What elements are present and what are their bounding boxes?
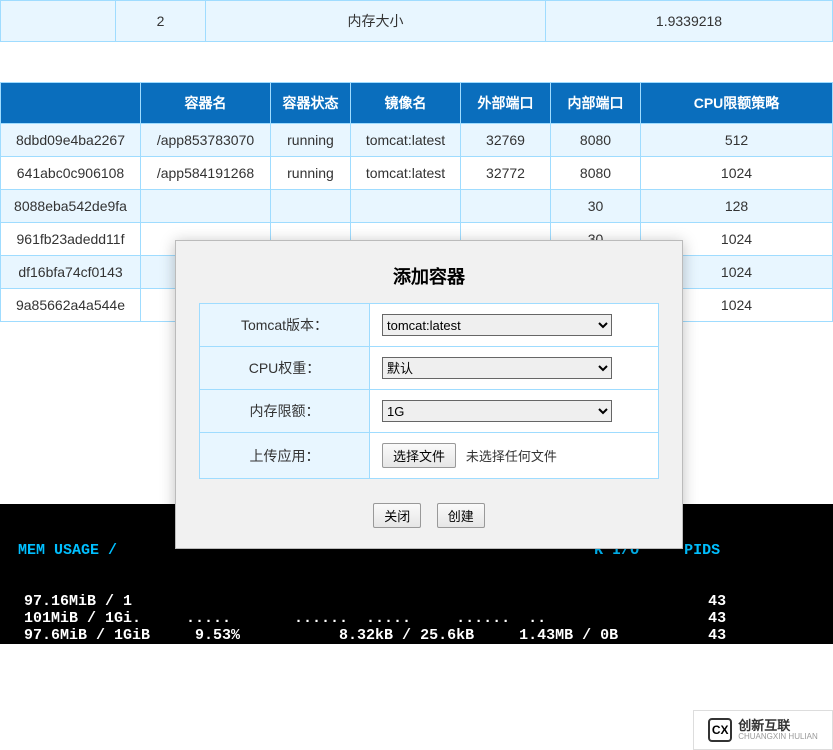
label-tomcat: Tomcat版本： <box>200 304 370 347</box>
cell-ext_port: 32769 <box>461 124 551 157</box>
cell-status <box>271 190 351 223</box>
cell-ext_port <box>461 190 551 223</box>
cell-image <box>351 190 461 223</box>
cell-id: 641abc0c906108 <box>1 157 141 190</box>
cell-id: 9a85662a4a544e <box>1 289 141 322</box>
terminal-line: 97.6MiB / 1GiB 9.53% 8.32kB / 25.6kB 1.4… <box>0 627 833 644</box>
cell-name <box>141 190 271 223</box>
cell-name: /app584191268 <box>141 157 271 190</box>
col-id <box>1 83 141 124</box>
label-cpu: CPU权重： <box>200 347 370 390</box>
cpu-weight-select[interactable]: 默认 <box>382 357 612 379</box>
mem-label-cell: 内存大小 <box>206 1 546 42</box>
table-row[interactable]: 8dbd09e4ba2267/app853783070runningtomcat… <box>1 124 833 157</box>
col-int-port: 内部端口 <box>551 83 641 124</box>
modal-form: Tomcat版本： tomcat:latest CPU权重： 默认 内存限额： … <box>199 303 659 479</box>
cell-int_port: 30 <box>551 190 641 223</box>
logo-mark-icon: CX <box>708 718 732 742</box>
cpu-count-cell: 2 <box>116 1 206 42</box>
table-row[interactable]: 8088eba542de9fa 30128 <box>1 190 833 223</box>
label-mem: 内存限额： <box>200 390 370 433</box>
col-status: 容器状态 <box>271 83 351 124</box>
label-upload: 上传应用： <box>200 433 370 479</box>
close-button[interactable]: 关闭 <box>373 503 421 528</box>
cell-id: 8088eba542de9fa <box>1 190 141 223</box>
cell-image: tomcat:latest <box>351 124 461 157</box>
cell-int_port: 8080 <box>551 124 641 157</box>
file-status-text: 未选择任何文件 <box>466 449 557 464</box>
tomcat-version-select[interactable]: tomcat:latest <box>382 314 612 336</box>
logo-brand: 创新互联 <box>738 719 818 732</box>
cell-cpu: 128 <box>641 190 833 223</box>
table-row[interactable]: 641abc0c906108/app584191268runningtomcat… <box>1 157 833 190</box>
add-container-modal: 添加容器 Tomcat版本： tomcat:latest CPU权重： 默认 内… <box>175 240 683 549</box>
brand-logo: CX 创新互联 CHUANGXIN HULIAN <box>693 710 833 750</box>
cell-name: /app853783070 <box>141 124 271 157</box>
cell-id: df16bfa74cf0143 <box>1 256 141 289</box>
cell-ext_port: 32772 <box>461 157 551 190</box>
col-ext-port: 外部端口 <box>461 83 551 124</box>
logo-sub: CHUANGXIN HULIAN <box>738 732 818 741</box>
col-cpu: CPU限额策略 <box>641 83 833 124</box>
mem-value-cell: 1.9339218 <box>546 1 833 42</box>
memory-limit-select[interactable]: 1G <box>382 400 612 422</box>
cell-cpu: 1024 <box>641 157 833 190</box>
summary-row: 2 内存大小 1.9339218 <box>1 1 833 42</box>
col-image: 镜像名 <box>351 83 461 124</box>
cell-image: tomcat:latest <box>351 157 461 190</box>
cell-id: 8dbd09e4ba2267 <box>1 124 141 157</box>
summary-table: 2 内存大小 1.9339218 <box>0 0 833 42</box>
cell-cpu: 512 <box>641 124 833 157</box>
modal-title: 添加容器 <box>176 241 682 303</box>
terminal-line: 97.16MiB / 1 43 <box>0 593 833 610</box>
create-button[interactable]: 创建 <box>437 503 485 528</box>
col-name: 容器名 <box>141 83 271 124</box>
terminal-line: 101MiB / 1Gi. ..... ...... ..... ...... … <box>0 610 833 627</box>
cell-status: running <box>271 157 351 190</box>
cell-status: running <box>271 124 351 157</box>
cell-id: 961fb23adedd11f <box>1 223 141 256</box>
cell-int_port: 8080 <box>551 157 641 190</box>
choose-file-button[interactable]: 选择文件 <box>382 443 456 468</box>
table-header-row: 容器名 容器状态 镜像名 外部端口 内部端口 CPU限额策略 <box>1 83 833 124</box>
